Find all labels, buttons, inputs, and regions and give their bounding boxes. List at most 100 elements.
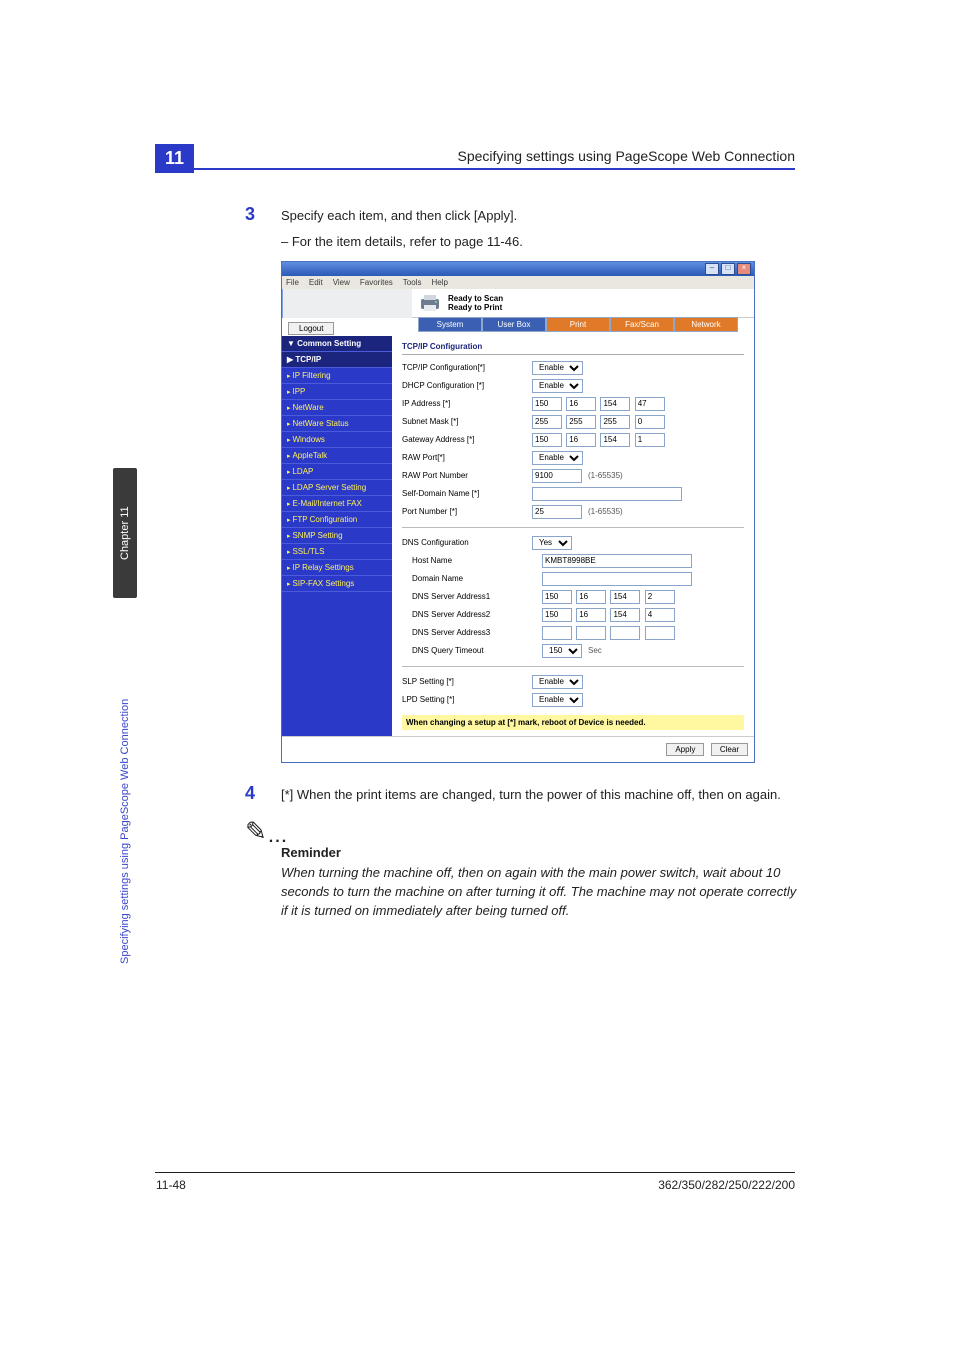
sel-dnstimeout[interactable]: 150 [542,644,582,658]
inp-domainname[interactable] [542,572,692,586]
lbl-selfdomain: Self-Domain Name [*] [402,489,532,498]
window-titlebar: – □ × [282,262,754,276]
dns1-3[interactable] [610,590,640,604]
min-button[interactable]: – [705,263,719,275]
footer-models: 362/350/282/250/222/200 [658,1178,795,1192]
header-title: Specifying settings using PageScope Web … [457,148,795,164]
dns2-2[interactable] [576,608,606,622]
ip1[interactable] [532,397,562,411]
gw2[interactable] [566,433,596,447]
side-item-windows[interactable]: Windows [282,432,392,448]
dns1-2[interactable] [576,590,606,604]
dns3-4[interactable] [645,626,675,640]
menu-edit[interactable]: Edit [309,278,323,287]
ip-address-group [532,397,667,411]
tab-row: System User Box Print Fax/Scan Network [418,317,748,332]
reminder-body: When turning the machine off, then on ag… [281,864,805,921]
ip4[interactable] [635,397,665,411]
sn2[interactable] [566,415,596,429]
inp-selfdomain[interactable] [532,487,682,501]
lbl-ip: IP Address [*] [402,399,532,408]
ip2[interactable] [566,397,596,411]
side-item-ipp[interactable]: IPP [282,384,392,400]
sel-dhcp[interactable]: Enable [532,379,583,393]
dns2-1[interactable] [542,608,572,622]
side-item-ftp[interactable]: FTP Configuration [282,512,392,528]
side-item-ldap-server[interactable]: LDAP Server Setting [282,480,392,496]
menu-favorites[interactable]: Favorites [360,278,393,287]
lbl-hostname: Host Name [402,556,542,565]
inp-hostname[interactable] [542,554,692,568]
logout-button[interactable]: Logout [288,322,334,335]
inp-rawportnum[interactable] [532,469,582,483]
header-rule [155,168,795,170]
menu-help[interactable]: Help [431,278,447,287]
side-sel-tcpip[interactable]: ▶ TCP/IP [282,352,392,368]
sel-tcpip[interactable]: Enable [532,361,583,375]
close-button[interactable]: × [737,263,751,275]
menu-view[interactable]: View [333,278,350,287]
sel-lpd[interactable]: Enable [532,693,583,707]
side-item-snmp[interactable]: SNMP Setting [282,528,392,544]
gw1[interactable] [532,433,562,447]
side-item-sip-fax[interactable]: SIP-FAX Settings [282,576,392,592]
side-item-email-ifax[interactable]: E-Mail/Internet FAX [282,496,392,512]
footer-rule [155,1172,795,1173]
lbl-dns3: DNS Server Address3 [402,628,542,637]
side-item-ssl[interactable]: SSL/TLS [282,544,392,560]
side-item-appletalk[interactable]: AppleTalk [282,448,392,464]
lbl-dhcp: DHCP Configuration [*] [402,381,532,390]
side-head[interactable]: ▼ Common Setting [282,336,392,352]
sn1[interactable] [532,415,562,429]
sn4[interactable] [635,415,665,429]
side-item-ip-relay[interactable]: IP Relay Settings [282,560,392,576]
lbl-dnstimeout: DNS Query Timeout [402,646,542,655]
reminder-block: ✎... Reminder When turning the machine o… [245,816,805,921]
section-tab: Specifying settings using PageScope Web … [119,604,131,964]
footer-page: 11-48 [156,1178,186,1192]
tab-network[interactable]: Network [674,317,738,332]
menu-tools[interactable]: Tools [403,278,422,287]
lbl-domainname: Domain Name [402,574,542,583]
gw4[interactable] [635,433,665,447]
max-button[interactable]: □ [721,263,735,275]
tab-print[interactable]: Print [546,317,610,332]
side-item-netware-status[interactable]: NetWare Status [282,416,392,432]
step-3-sub: – For the item details, refer to page 11… [281,234,805,249]
sel-rawport[interactable]: Enable [532,451,583,465]
side-item-ipfiltering[interactable]: IP Filtering [282,368,392,384]
step-4: 4 [*] When the print items are changed, … [245,783,805,805]
ip3[interactable] [600,397,630,411]
lbl-gateway: Gateway Address [*] [402,435,532,444]
lbl-rawportnum: RAW Port Number [402,471,532,480]
sn3[interactable] [600,415,630,429]
tab-system[interactable]: System [418,317,482,332]
gw3[interactable] [600,433,630,447]
inp-portnum[interactable] [532,505,582,519]
dns3-3[interactable] [610,626,640,640]
side-item-ldap[interactable]: LDAP [282,464,392,480]
step-3-number: 3 [245,204,265,226]
chapter-tab: Chapter 11 [113,468,137,598]
dns3-2[interactable] [576,626,606,640]
sel-dnsconf[interactable]: Yes [532,536,572,550]
dns1-1[interactable] [542,590,572,604]
side-item-netware[interactable]: NetWare [282,400,392,416]
lbl-portnum: Port Number [*] [402,507,532,516]
menu-file[interactable]: File [286,278,299,287]
dns1-4[interactable] [645,590,675,604]
dns3-1[interactable] [542,626,572,640]
dns2-4[interactable] [645,608,675,622]
lbl-dnsconf: DNS Configuration [402,538,532,547]
printer-icon [418,293,442,313]
tab-faxscan[interactable]: Fax/Scan [610,317,674,332]
lbl-subnet: Subnet Mask [*] [402,417,532,426]
sel-slp[interactable]: Enable [532,675,583,689]
tab-userbox[interactable]: User Box [482,317,546,332]
apply-button[interactable]: Apply [666,743,704,756]
dns2-3[interactable] [610,608,640,622]
window-menu: File Edit View Favorites Tools Help [282,276,754,289]
config-main: TCP/IP Configuration TCP/IP Configuratio… [392,336,754,736]
clear-button[interactable]: Clear [711,743,748,756]
reboot-warning: When changing a setup at [*] mark, reboo… [402,715,744,730]
